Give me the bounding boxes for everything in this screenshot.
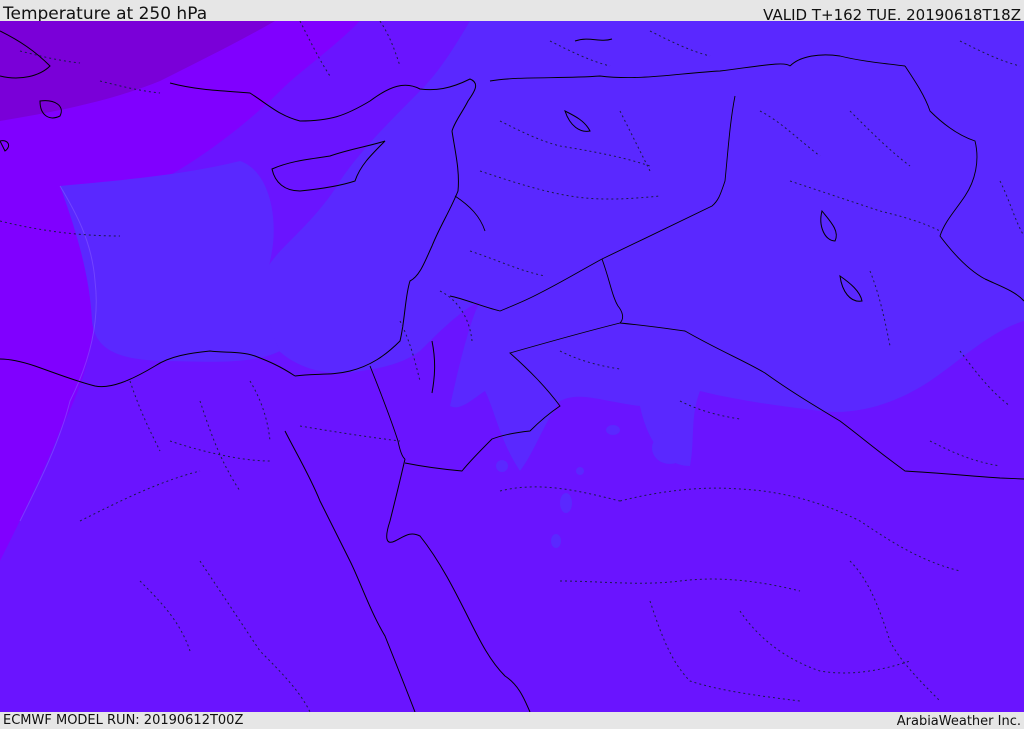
warm-patch (652, 432, 688, 464)
warm-patch (560, 493, 572, 513)
header-bar: Temperature at 250 hPa VALID T+162 TUE. … (0, 0, 1024, 24)
warm-patch (606, 425, 620, 435)
warm-patch (496, 460, 508, 472)
map-canvas (0, 21, 1024, 712)
credit-label: ArabiaWeather Inc. (896, 714, 1021, 729)
footer-bar: ECMWF MODEL RUN: 20190612T00Z ArabiaWeat… (0, 712, 1024, 729)
warm-patch (551, 534, 561, 548)
model-run-label: ECMWF MODEL RUN: 20190612T00Z (3, 713, 244, 728)
warm-patch (576, 467, 584, 475)
weather-map-page: Temperature at 250 hPa VALID T+162 TUE. … (0, 0, 1024, 729)
temperature-map[interactable] (0, 21, 1024, 712)
